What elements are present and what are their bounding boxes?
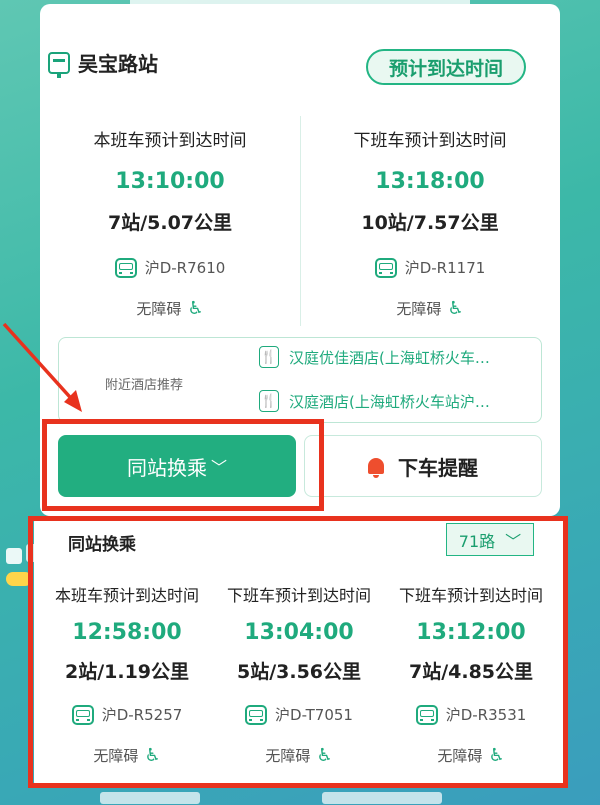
hotel-name: 汉庭酒店(上海虹桥火车站沪… — [289, 392, 490, 411]
bus-plate-text: 沪D-R7610 — [144, 259, 226, 277]
arrival-distance: 10站/7.57公里 — [361, 212, 499, 234]
current-bus-column: 本班车预计到达时间 13:10:00 7站/5.07公里 沪D-R7610 无障… — [60, 126, 280, 319]
hotel-section-label: 附近酒店推荐 — [105, 378, 184, 393]
bus-plate: 沪D-R7610 — [60, 257, 280, 278]
hotel-item[interactable]: 🍴 汉庭酒店(上海虹桥火车站沪… — [259, 390, 527, 412]
next-bus-column: 下班车预计到达时间 13:18:00 10站/7.57公里 沪D-R1171 无… — [320, 126, 540, 319]
annotation-arrow-shaft — [2, 322, 80, 408]
wheelchair-icon: ♿ — [187, 298, 204, 319]
column-divider — [300, 116, 301, 326]
restaurant-icon: 🍴 — [259, 390, 279, 412]
background-text-fragment — [322, 792, 442, 804]
accessibility: 无障碍 ♿ — [320, 298, 540, 319]
accessibility-text: 无障碍 — [136, 300, 182, 318]
accessibility-text: 无障碍 — [396, 300, 442, 318]
bus-icon — [374, 257, 397, 278]
wheelchair-icon: ♿ — [447, 298, 464, 319]
bus-icon — [114, 257, 137, 278]
arrival-time: 13:18:00 — [375, 169, 485, 194]
arrival-label: 本班车预计到达时间 — [93, 131, 247, 151]
alight-reminder-button[interactable]: 下车提醒 — [304, 435, 542, 497]
arrival-label: 下班车预计到达时间 — [353, 131, 507, 151]
arrival-distance: 7站/5.07公里 — [107, 212, 233, 234]
stop-name: 吴宝路站 — [78, 52, 158, 76]
hotel-recommendations: 附近酒店推荐 🍴 汉庭优佳酒店(上海虹桥火车… 🍴 汉庭酒店(上海虹桥火车站沪… — [58, 337, 542, 423]
annotation-arrow — [2, 322, 82, 412]
bell-icon — [368, 458, 384, 478]
hotel-item[interactable]: 🍴 汉庭优佳酒店(上海虹桥火车… — [259, 346, 527, 368]
bus-stop-icon — [48, 51, 70, 78]
stop-header: 吴宝路站 — [48, 48, 158, 78]
bus-plate: 沪D-R1171 — [320, 257, 540, 278]
hotel-name: 汉庭优佳酒店(上海虹桥火车… — [289, 348, 490, 367]
background-app-icon — [6, 548, 22, 564]
restaurant-icon: 🍴 — [259, 346, 279, 368]
remind-button-label: 下车提醒 — [398, 455, 478, 480]
accessibility: 无障碍 ♿ — [60, 298, 280, 319]
eta-button[interactable]: 预计到达时间 — [366, 49, 526, 85]
background-text-fragment — [100, 792, 200, 804]
arrival-time: 13:10:00 — [115, 169, 225, 194]
transfer-panel-highlight — [28, 516, 568, 788]
bus-plate-text: 沪D-R1171 — [404, 259, 486, 277]
transfer-button-highlight — [42, 419, 324, 511]
